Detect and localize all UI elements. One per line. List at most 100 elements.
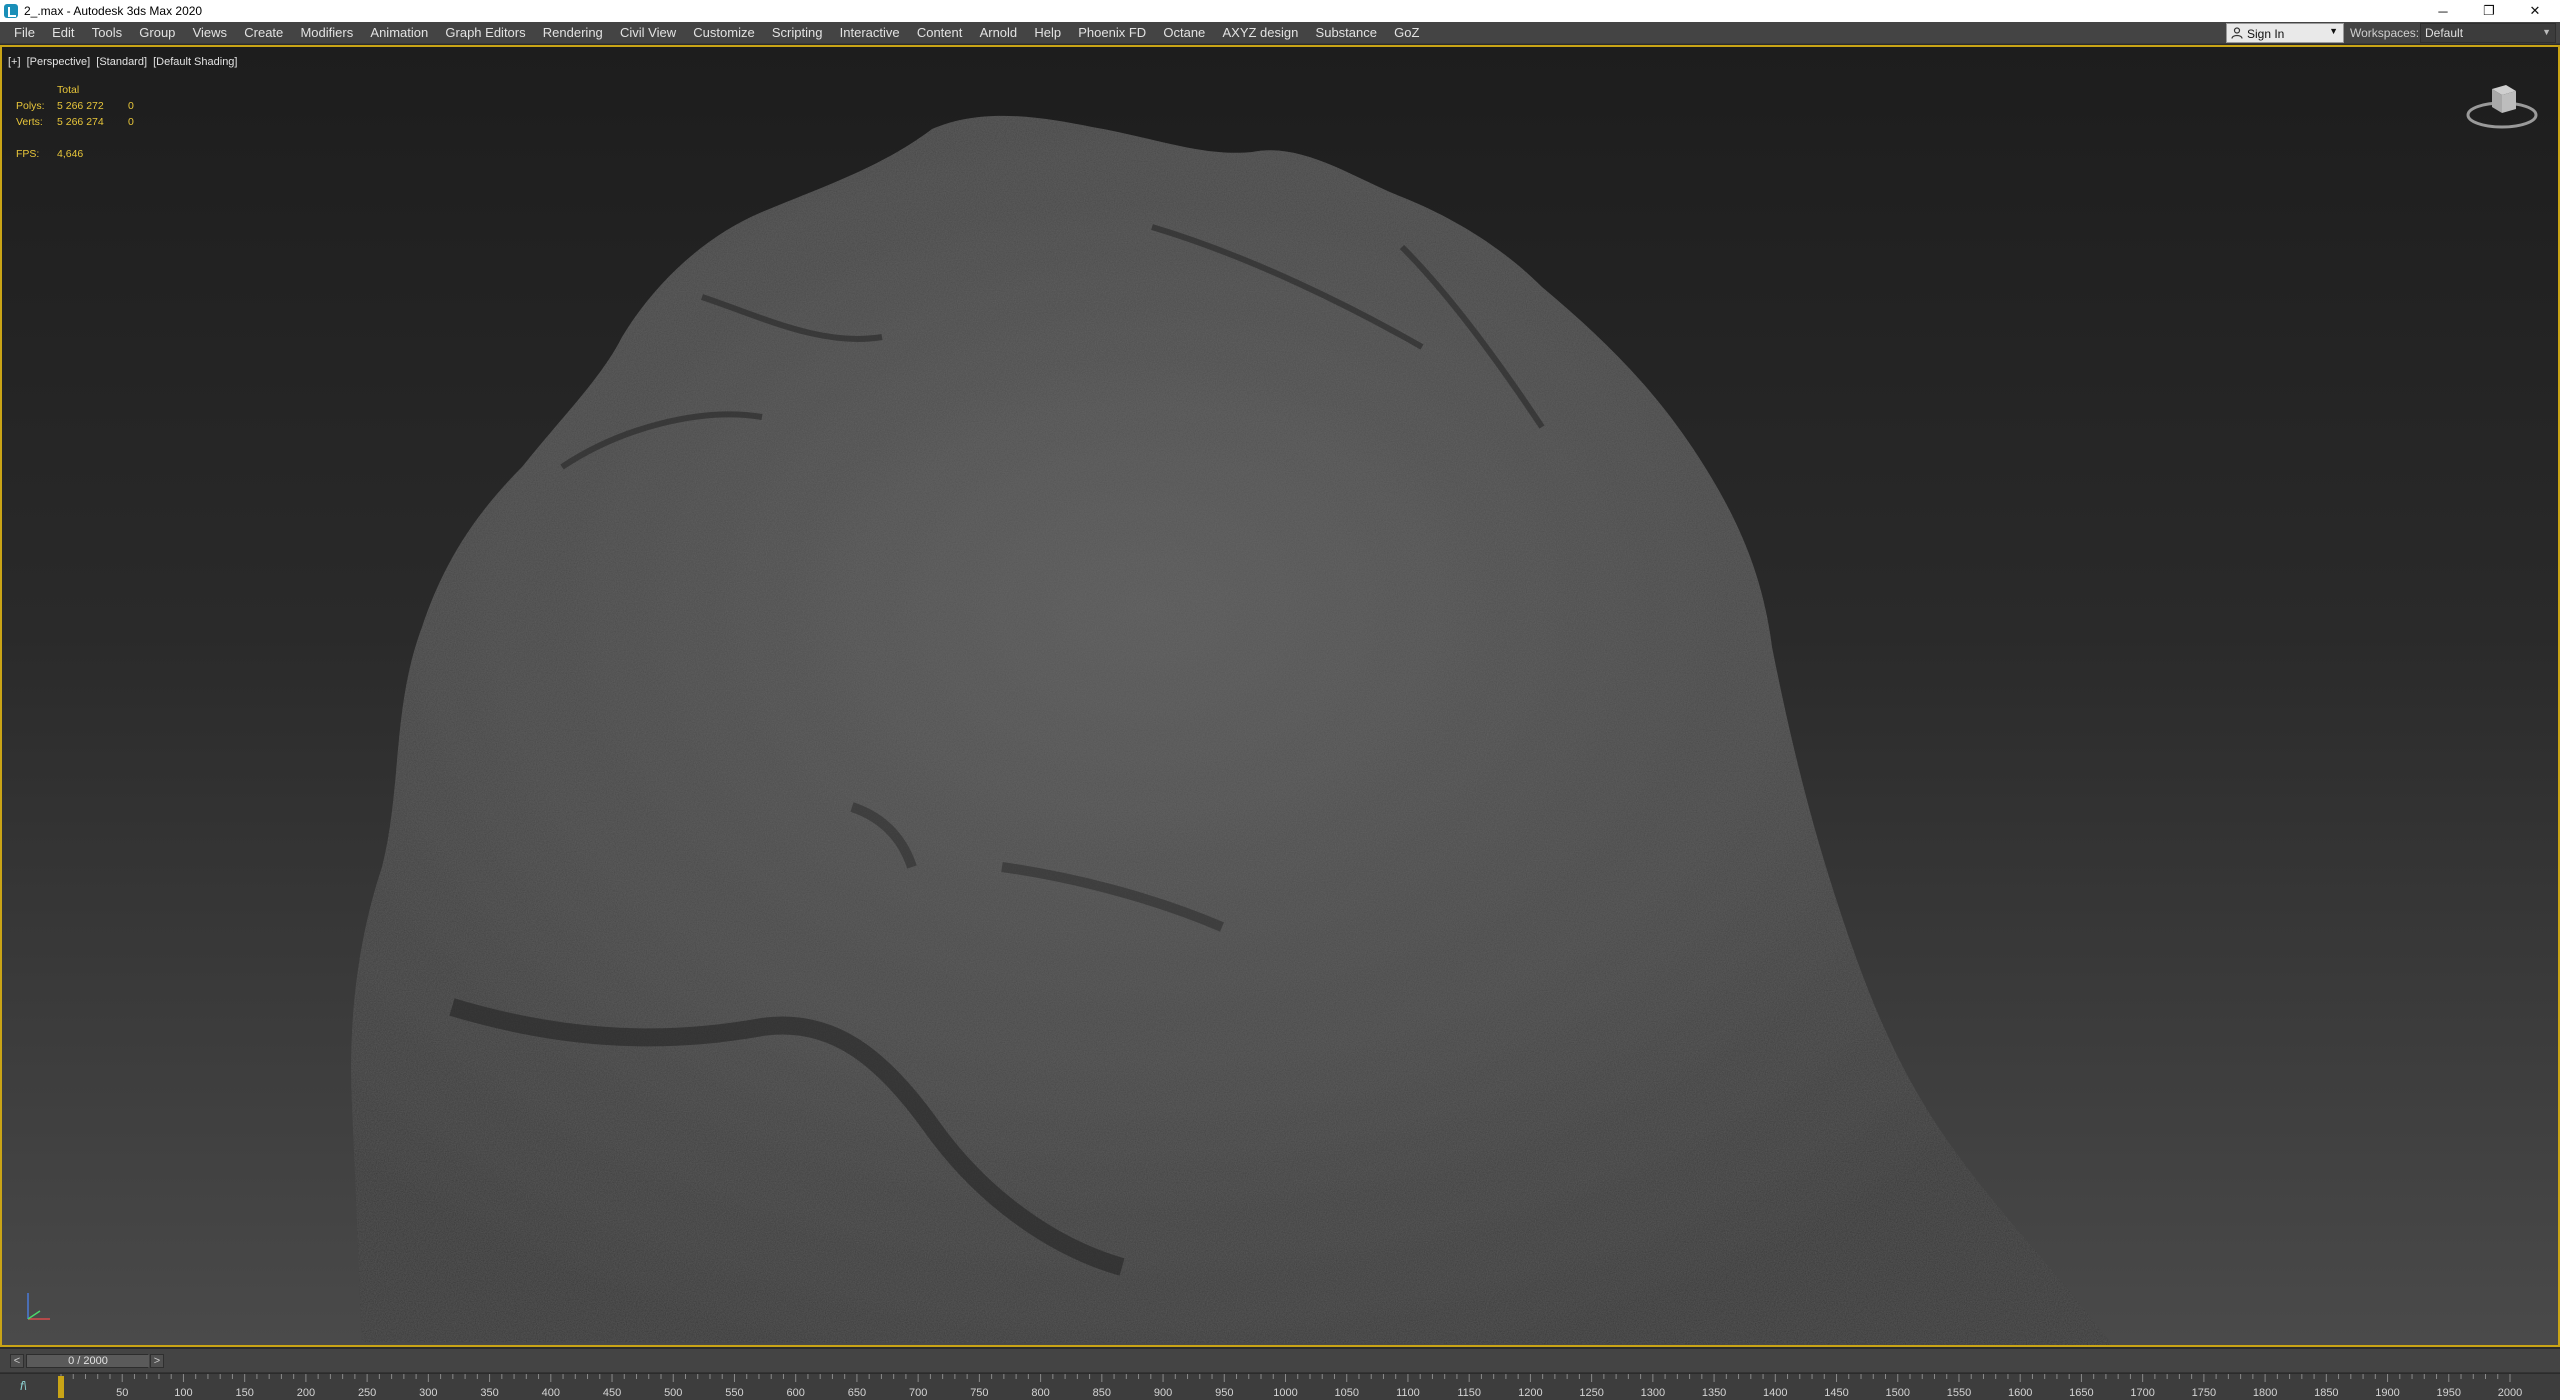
ruler-tick-label: 1400	[1763, 1387, 1787, 1399]
timeline-ruler: 50 100 150 200 250 300 350 400 450 500 550 600 650 70…	[58, 1374, 2522, 1399]
ruler-tick-label: 800	[1031, 1387, 1049, 1399]
ruler-tick-label: 1900	[2375, 1387, 2399, 1399]
ruler-tick-label: 850	[1093, 1387, 1111, 1399]
window-title: 2_.max - Autodesk 3ds Max 2020	[24, 4, 203, 18]
menu-help[interactable]: Help	[1026, 22, 1070, 44]
sign-in-dropdown[interactable]: Sign In ▼	[2226, 23, 2344, 43]
menu-goz[interactable]: GoZ	[1386, 22, 1428, 44]
menu-tools[interactable]: Tools	[83, 22, 131, 44]
workspace-select[interactable]: Default ▼	[2420, 23, 2556, 43]
ruler-tick-label: 1650	[2069, 1387, 2093, 1399]
ruler-tick-label: 150	[235, 1387, 253, 1399]
ruler-tick-label: 1750	[2192, 1387, 2216, 1399]
stats-polys-total: 5 266 272	[57, 100, 104, 112]
menu-phoenix-fd[interactable]: Phoenix FD	[1070, 22, 1155, 44]
viewport-standard-menu[interactable]: [Standard]	[96, 56, 147, 68]
chevron-down-icon: ▼	[2542, 27, 2551, 37]
ruler-tick-label: 200	[297, 1387, 315, 1399]
ruler-tick-label: 950	[1215, 1387, 1233, 1399]
ruler-tick-label: 1350	[1702, 1387, 1726, 1399]
ruler-tick-label: 1250	[1579, 1387, 1603, 1399]
stats-verts-label: Verts:	[16, 116, 43, 128]
axis-tripod-icon	[27, 1293, 50, 1320]
previous-frame-button[interactable]: <	[10, 1354, 24, 1368]
workspaces-label: Workspaces:	[2350, 26, 2420, 40]
viewport-general-menu[interactable]: [+]	[8, 56, 21, 68]
menu-edit[interactable]: Edit	[44, 22, 84, 44]
ruler-tick-label: 900	[1154, 1387, 1172, 1399]
time-slider-bar: < 0 / 2000 >	[0, 1349, 2560, 1373]
time-slider[interactable]: 0 / 2000	[26, 1354, 149, 1368]
viewport-shading-menu[interactable]: [Default Shading]	[153, 56, 237, 68]
stats-fps-label: FPS:	[16, 148, 40, 160]
menu-scripting[interactable]: Scripting	[763, 22, 831, 44]
menu-interactive[interactable]: Interactive	[831, 22, 908, 44]
ruler-tick-label: 1100	[1396, 1387, 1420, 1399]
ruler-tick-label: 1850	[2314, 1387, 2338, 1399]
viewcube-icon[interactable]	[2462, 77, 2542, 137]
menu-axyz-design[interactable]: AXYZ design	[1214, 22, 1307, 44]
menu-modifiers[interactable]: Modifiers	[292, 22, 362, 44]
ruler-tick-label: 300	[419, 1387, 437, 1399]
3ds-max-icon	[4, 4, 18, 18]
ruler-tick-label: 1450	[1824, 1387, 1848, 1399]
ruler-tick-label: 1000	[1273, 1387, 1297, 1399]
menu-arnold[interactable]: Arnold	[971, 22, 1026, 44]
sign-in-label: Sign In	[2247, 27, 2285, 41]
ruler-tick-label: 1600	[2008, 1387, 2032, 1399]
stats-fps-value: 4,646	[57, 148, 84, 160]
ruler-tick-label: 400	[542, 1387, 560, 1399]
time-slider-thumb[interactable]: 0 / 2000	[27, 1355, 149, 1367]
ruler-tick-label: 1300	[1641, 1387, 1665, 1399]
ruler-tick-label: 600	[787, 1387, 805, 1399]
viewport-pov-menu[interactable]: [Perspective]	[27, 56, 91, 68]
current-frame-marker[interactable]	[58, 1376, 64, 1398]
ruler-tick-label: 650	[848, 1387, 866, 1399]
ruler-tick-label: 500	[664, 1387, 682, 1399]
ruler-tick-label: 350	[480, 1387, 498, 1399]
menu-customize[interactable]: Customize	[685, 22, 764, 44]
menu-bar: File Edit Tools Group Views Create Modif…	[0, 22, 2560, 44]
ruler-tick-label: 250	[358, 1387, 376, 1399]
ruler-tick-label: 2000	[2498, 1387, 2522, 1399]
ruler-tick-label: 1500	[1886, 1387, 1910, 1399]
next-frame-button[interactable]: >	[150, 1354, 164, 1368]
workspace-value: Default	[2425, 26, 2464, 40]
menu-file[interactable]: File	[6, 22, 44, 44]
main-menu: File Edit Tools Group Views Create Modif…	[0, 22, 1428, 44]
ruler-tick-label: 1800	[2253, 1387, 2277, 1399]
stats-verts-total: 5 266 274	[57, 116, 104, 128]
window-titlebar: 2_.max - Autodesk 3ds Max 2020 ─ ❐ ✕	[0, 0, 2560, 22]
ruler-tick-label: 1050	[1334, 1387, 1358, 1399]
menu-civil-view[interactable]: Civil View	[611, 22, 684, 44]
viewport-label-menu[interactable]: [+] [Perspective] [Standard] [Default Sh…	[8, 56, 240, 68]
perspective-viewport[interactable]: [+] [Perspective] [Standard] [Default Sh…	[0, 45, 2560, 1347]
ruler-tick-label: 700	[909, 1387, 927, 1399]
ruler-tick-label: 550	[725, 1387, 743, 1399]
close-button[interactable]: ✕	[2512, 0, 2558, 22]
stats-polys-label: Polys:	[16, 100, 45, 112]
ruler-tick-label: 1700	[2130, 1387, 2154, 1399]
menu-graph-editors[interactable]: Graph Editors	[437, 22, 534, 44]
ruler-tick-label: 450	[603, 1387, 621, 1399]
menu-octane[interactable]: Octane	[1155, 22, 1214, 44]
menu-create[interactable]: Create	[236, 22, 292, 44]
ruler-tick-label: 1550	[1947, 1387, 1971, 1399]
menu-views[interactable]: Views	[184, 22, 236, 44]
stats-polys-selected: 0	[128, 100, 134, 112]
minimize-button[interactable]: ─	[2420, 0, 2466, 22]
ruler-tick-label: 750	[970, 1387, 988, 1399]
ruler-tick-label: 1200	[1518, 1387, 1542, 1399]
rock-sculpt-mesh	[351, 115, 2113, 1345]
ruler-tick-label: 100	[174, 1387, 192, 1399]
ruler-tick-label: 1950	[2437, 1387, 2461, 1399]
menu-animation[interactable]: Animation	[362, 22, 437, 44]
menu-rendering[interactable]: Rendering	[534, 22, 611, 44]
menu-group[interactable]: Group	[131, 22, 184, 44]
menu-content[interactable]: Content	[908, 22, 971, 44]
stats-total-header: Total	[57, 84, 80, 96]
menu-substance[interactable]: Substance	[1307, 22, 1386, 44]
ruler-tick-label: 50	[116, 1387, 128, 1399]
track-bar[interactable]: f\ 50 100 150 200 250 300 350 400 450 500 550 600 65…	[0, 1374, 2560, 1400]
restore-button[interactable]: ❐	[2466, 0, 2512, 22]
